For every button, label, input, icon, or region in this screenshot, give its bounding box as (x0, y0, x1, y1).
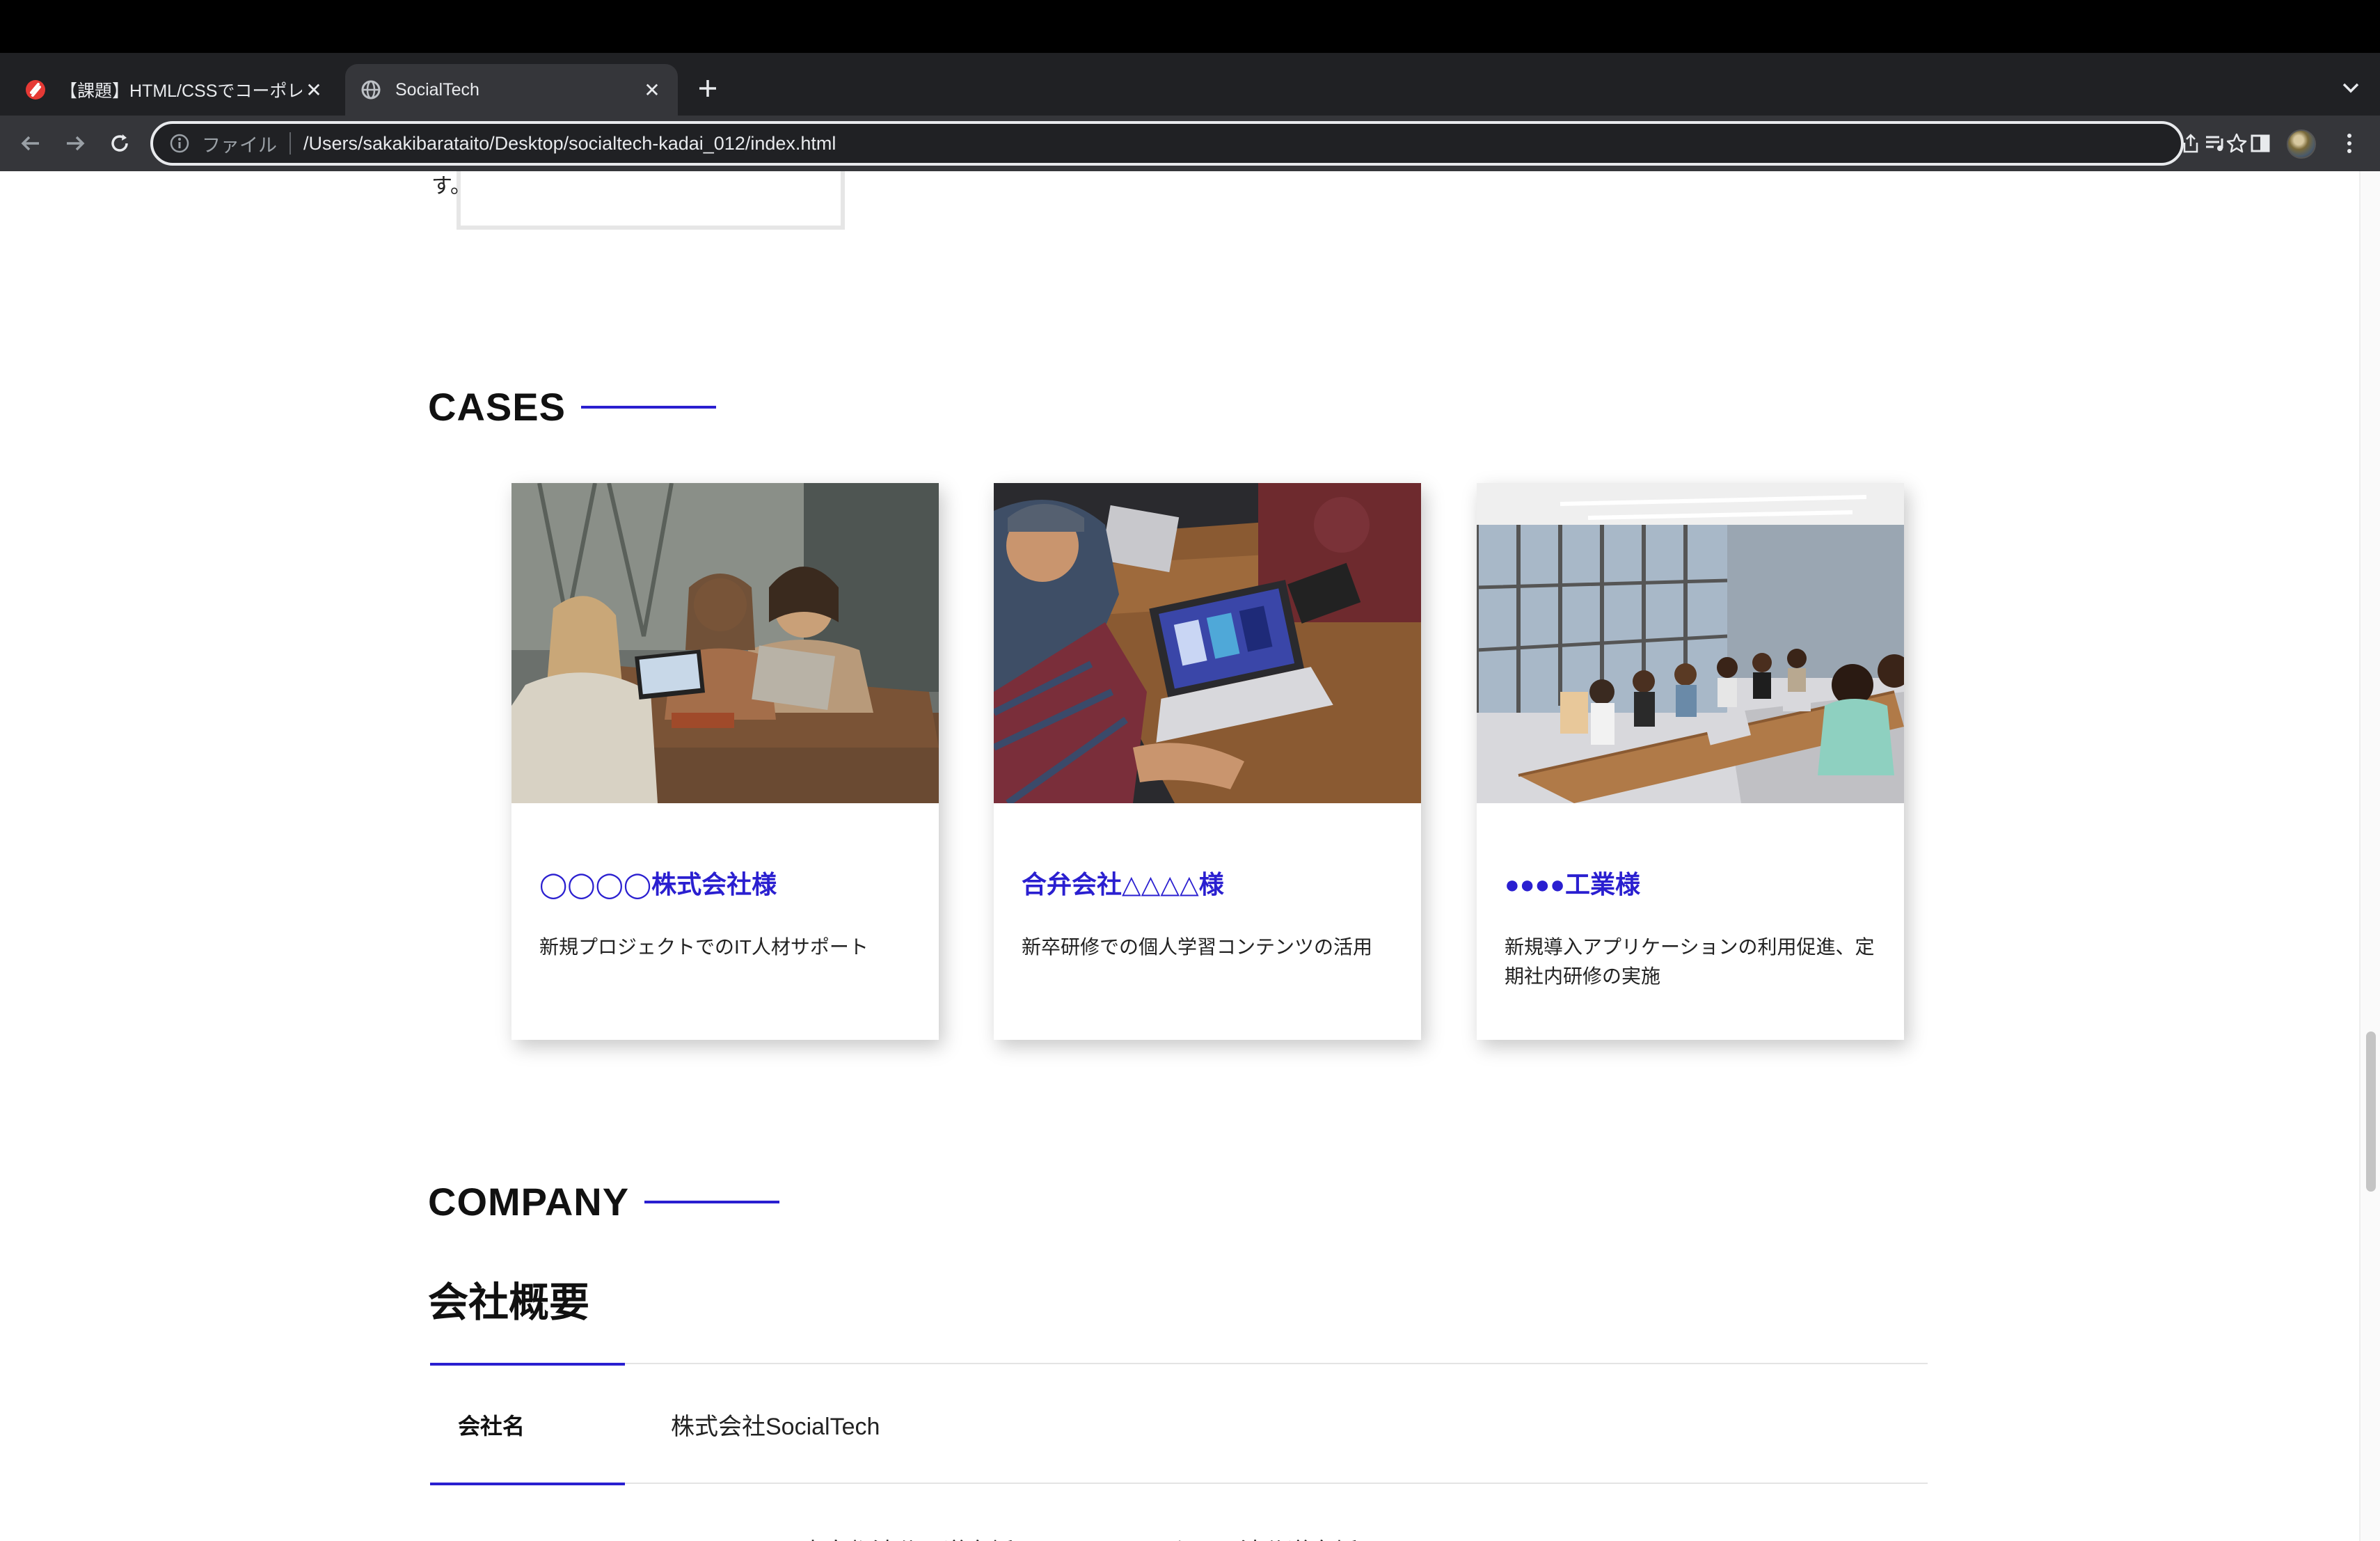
company-info-table: 会社名 株式会社SocialTech 〒150-0043 東京都渋谷区道玄坂2丁… (430, 1363, 1928, 1541)
meeting-laptop-desk-photo (994, 483, 1421, 803)
heading-accent-line (580, 405, 716, 409)
case-cards: ◯◯◯◯株式会社様 新規プロジェクトでのIT人材サポート 合弁会社△△△△様 新… (511, 483, 1904, 1040)
case-description: 新卒研修での個人学習コンテンツの活用 (1022, 936, 1373, 958)
row-accent-line (430, 1483, 625, 1485)
cases-heading-text: CASES (428, 385, 566, 429)
close-tab-icon[interactable]: ✕ (302, 78, 326, 102)
row-label: 会社名 (458, 1414, 525, 1439)
forward-arrow-icon[interactable] (57, 125, 93, 161)
row-value: 株式会社SocialTech (671, 1414, 880, 1440)
women-laptops-cafe-photo (511, 483, 939, 803)
heading-accent-line (644, 1200, 780, 1203)
info-icon[interactable] (168, 132, 191, 155)
row-accent-line (430, 1363, 625, 1366)
back-arrow-icon[interactable] (13, 125, 49, 161)
new-tab-button[interactable] (690, 71, 725, 106)
tab-strip: 【課題】HTML/CSSでコーポレー ✕ SocialTech ✕ (0, 53, 2380, 116)
socialtech-logo-icon (24, 78, 47, 102)
row-value: 〒150-0043 東京都渋谷区道玄坂2丁目11-1 Gスクエア渋谷道玄坂4F (671, 1533, 1386, 1541)
page-viewport: す。 CASES ◯◯◯◯株式会社様 新規プロジェクトでのIT人材サポート 合弁… (0, 171, 2359, 1541)
address-bar[interactable]: ファイル /Users/sakakibarataito/Desktop/soci… (150, 121, 2247, 166)
globe-icon (359, 78, 383, 102)
cases-heading: CASES (428, 384, 716, 429)
url-separator (289, 132, 291, 155)
tab-title: 【課題】HTML/CSSでコーポレー (60, 81, 302, 101)
scrollbar-thumb[interactable] (2366, 1032, 2376, 1192)
url-scheme-label: ファイル (202, 134, 277, 156)
case-card[interactable]: 合弁会社△△△△様 新卒研修での個人学習コンテンツの活用 (994, 483, 1421, 1040)
conference-room-team-photo (1477, 483, 1904, 803)
media-queue-icon[interactable] (2198, 125, 2234, 161)
profile-avatar[interactable] (2287, 129, 2316, 159)
table-row: 〒150-0043 東京都渋谷区道玄坂2丁目11-1 Gスクエア渋谷道玄坂4F (430, 1483, 1928, 1541)
reload-icon[interactable] (102, 125, 138, 161)
kebab-menu-icon[interactable] (2331, 125, 2367, 161)
company-heading: COMPANY (428, 1179, 780, 1224)
case-company-name: 合弁会社△△△△様 (1022, 870, 1224, 899)
system-menu-bar (0, 0, 2380, 53)
case-company-name: ●●●●工業様 (1505, 870, 1640, 899)
url-text[interactable]: /Users/sakakibarataito/Desktop/socialtec… (303, 133, 836, 155)
table-row: 会社名 株式会社SocialTech (430, 1363, 1928, 1483)
page-scrollbar[interactable] (2359, 171, 2380, 1541)
previous-section-box (457, 171, 845, 230)
case-card[interactable]: ◯◯◯◯株式会社様 新規プロジェクトでのIT人材サポート (511, 483, 939, 1040)
company-heading-text: COMPANY (428, 1180, 630, 1224)
browser-toolbar: ファイル /Users/sakakibarataito/Desktop/soci… (0, 116, 2380, 171)
case-description: 新規プロジェクトでのIT人材サポート (539, 936, 868, 958)
tab-title: SocialTech (395, 79, 479, 100)
side-panel-icon[interactable] (2242, 125, 2278, 161)
company-overview-title: 会社概要 (428, 1280, 590, 1325)
tab-assignment[interactable]: 【課題】HTML/CSSでコーポレー ✕ (10, 64, 340, 116)
case-description: 新規導入アプリケーションの利用促進、定期社内研修の実施 (1505, 936, 1875, 987)
case-card[interactable]: ●●●●工業様 新規導入アプリケーションの利用促進、定期社内研修の実施 (1477, 483, 1904, 1040)
tab-search-chevron-icon[interactable] (2337, 74, 2365, 102)
close-tab-icon[interactable]: ✕ (640, 78, 664, 102)
previous-section-text: す。 (431, 175, 471, 198)
case-company-name: ◯◯◯◯株式会社様 (539, 870, 777, 899)
tab-socialtech[interactable]: SocialTech ✕ (345, 64, 678, 116)
browser-chrome: 【課題】HTML/CSSでコーポレー ✕ SocialTech ✕ ファイル /… (0, 53, 2380, 171)
